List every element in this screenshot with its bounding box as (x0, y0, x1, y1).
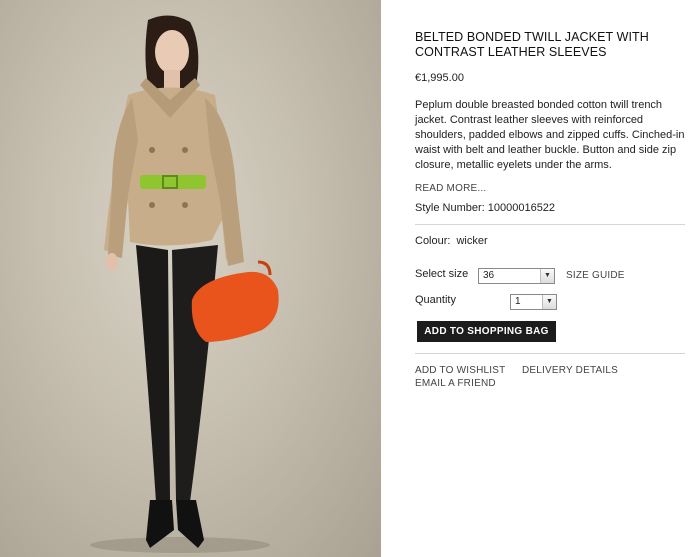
size-select-value: 36 (483, 270, 495, 281)
product-title: BELTED BONDED TWILL JACKET WITH CONTRAST… (415, 30, 649, 59)
colour-value: wicker (456, 235, 488, 247)
email-a-friend-link[interactable]: EMAIL A FRIEND (415, 378, 496, 389)
chevron-down-icon: ▼ (542, 295, 556, 309)
colour-row: Colour: wicker (415, 235, 488, 247)
product-description: Peplum double breasted bonded cotton twi… (415, 99, 685, 171)
size-label: Select size (415, 268, 469, 280)
divider (415, 224, 685, 225)
read-more-link[interactable]: READ MORE... (415, 183, 486, 194)
add-to-shopping-bag-button[interactable]: ADD TO SHOPPING BAG (417, 321, 556, 342)
add-to-wishlist-link[interactable]: ADD TO WISHLIST (415, 365, 505, 376)
quantity-select[interactable]: 1 ▼ (510, 294, 557, 310)
colour-label: Colour: (415, 235, 451, 247)
divider (415, 353, 685, 354)
product-price: €1,995.00 (415, 72, 464, 84)
quantity-select-value: 1 (515, 296, 521, 307)
quantity-label: Quantity (415, 294, 456, 306)
chevron-down-icon: ▼ (540, 269, 554, 283)
style-number: Style Number: 10000016522 (415, 202, 556, 214)
size-guide-link[interactable]: SIZE GUIDE (566, 270, 625, 281)
product-photo (0, 0, 381, 557)
size-select[interactable]: 36 ▼ (478, 268, 555, 284)
delivery-details-link[interactable]: DELIVERY DETAILS (522, 365, 618, 376)
model-illustration (90, 15, 279, 553)
